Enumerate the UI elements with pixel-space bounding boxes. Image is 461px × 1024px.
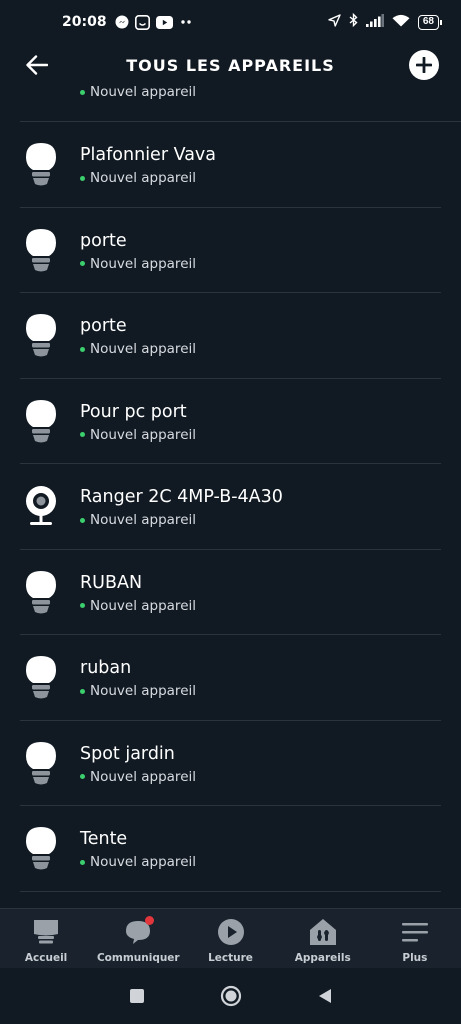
bluetooth-icon bbox=[349, 12, 358, 31]
messenger-icon bbox=[115, 15, 129, 29]
nav-label: Lecture bbox=[208, 952, 253, 964]
bulb-icon bbox=[22, 228, 60, 274]
list-item[interactable]: porte Nouvel appareil bbox=[20, 293, 441, 379]
play-icon bbox=[216, 917, 246, 947]
bulb-icon bbox=[22, 142, 60, 188]
notification-badge bbox=[145, 916, 155, 925]
arrow-left-icon bbox=[26, 55, 48, 75]
chat-icon bbox=[123, 916, 155, 947]
triangle-back-icon bbox=[318, 989, 331, 1003]
plus-icon bbox=[416, 57, 432, 73]
nav-label: Accueil bbox=[24, 952, 68, 964]
status-dot bbox=[80, 261, 85, 266]
nav-item-devices[interactable]: Appareils bbox=[277, 909, 369, 968]
list-item[interactable]: Tente Nouvel appareil bbox=[20, 806, 441, 892]
device-name: porte bbox=[80, 316, 127, 336]
status-time: 20:08 bbox=[62, 14, 107, 30]
device-status: Nouvel appareil bbox=[80, 598, 196, 614]
list-item[interactable]: Spot jardin Nouvel appareil bbox=[20, 721, 441, 806]
status-dot bbox=[80, 432, 85, 437]
device-list[interactable]: Nouvel appareil Plafonnier Vava Nouvel ap… bbox=[0, 86, 461, 908]
nav-item-home[interactable]: Accueil bbox=[0, 909, 92, 968]
more-dots-icon bbox=[179, 19, 193, 25]
device-status: Nouvel appareil bbox=[80, 427, 196, 443]
device-status: Nouvel appareil bbox=[80, 512, 196, 528]
list-item[interactable]: Pour pc port Nouvel appareil bbox=[20, 379, 441, 464]
status-dot bbox=[80, 774, 85, 779]
wifi-icon bbox=[392, 14, 410, 31]
status-dot bbox=[80, 859, 85, 865]
list-item-partial[interactable]: Nouvel appareil bbox=[20, 86, 461, 122]
device-status: Nouvel appareil bbox=[80, 256, 196, 272]
bulb-icon bbox=[22, 399, 60, 445]
status-dot bbox=[80, 175, 85, 181]
bulb-icon bbox=[22, 826, 60, 872]
device-name: ruban bbox=[80, 658, 132, 678]
system-navigation bbox=[0, 968, 461, 1024]
bulb-icon bbox=[22, 313, 60, 359]
bulb-icon bbox=[22, 655, 60, 701]
status-dot bbox=[80, 517, 85, 523]
bulb-icon bbox=[22, 570, 60, 616]
device-name: Pour pc port bbox=[80, 401, 187, 422]
page-title: TOUS LES APPAREILS bbox=[126, 55, 335, 75]
circle-icon bbox=[220, 985, 241, 1007]
device-status: Nouvel appareil bbox=[80, 854, 196, 870]
status-dot bbox=[80, 603, 85, 608]
nav-label: Appareils bbox=[294, 952, 351, 964]
nav-label: Communiquer bbox=[96, 952, 180, 964]
list-item[interactable]: Ranger 2C 4MP-B-4A30 Nouvel appareil bbox=[20, 464, 441, 550]
nav-item-play[interactable]: Lecture bbox=[184, 909, 276, 968]
device-status: Nouvel appareil bbox=[80, 86, 196, 100]
devices-house-icon bbox=[308, 917, 338, 947]
back-button[interactable] bbox=[22, 52, 52, 78]
device-status: Nouvel appareil bbox=[80, 683, 196, 699]
device-status: Nouvel appareil bbox=[80, 170, 196, 186]
nav-item-communicate[interactable]: Communiquer bbox=[92, 909, 184, 968]
list-item[interactable]: RUBAN Nouvel appareil bbox=[20, 550, 441, 635]
device-name: Ranger 2C 4MP-B-4A30 bbox=[80, 487, 283, 507]
status-bar: 20:08 68 bbox=[0, 0, 461, 44]
location-arrow-icon bbox=[328, 13, 341, 31]
device-name: Spot jardin bbox=[80, 743, 175, 764]
youtube-icon bbox=[155, 15, 173, 29]
signal-icon bbox=[365, 13, 384, 31]
device-name: RUBAN bbox=[80, 572, 143, 593]
device-status: Nouvel appareil bbox=[80, 769, 196, 785]
device-name: Tente bbox=[80, 829, 128, 849]
home-system-button[interactable] bbox=[219, 984, 243, 1008]
recents-button[interactable] bbox=[125, 984, 149, 1008]
bulb-icon bbox=[22, 741, 60, 787]
menu-icon bbox=[400, 917, 430, 947]
device-status: Nouvel appareil bbox=[80, 341, 196, 357]
list-item[interactable]: porte Nouvel appareil bbox=[20, 208, 441, 293]
nav-label: Plus bbox=[402, 952, 428, 964]
page-header: TOUS LES APPAREILS bbox=[0, 44, 461, 86]
list-item[interactable]: Plafonnier Vava Nouvel appareil bbox=[20, 122, 441, 208]
status-dot bbox=[80, 688, 85, 694]
status-dot bbox=[80, 346, 85, 352]
app-icon bbox=[134, 14, 150, 30]
status-dot bbox=[80, 89, 85, 95]
nav-item-more[interactable]: Plus bbox=[369, 909, 461, 968]
square-icon bbox=[129, 989, 144, 1003]
battery-icon: 68 bbox=[417, 14, 443, 30]
list-item[interactable]: ruban Nouvel appareil bbox=[20, 635, 441, 721]
bottom-navigation: Accueil Communiquer Lecture Appareils Pl… bbox=[0, 908, 461, 968]
device-name: Plafonnier Vava bbox=[80, 145, 216, 165]
add-device-button[interactable] bbox=[409, 50, 439, 80]
bulb-icon bbox=[20, 86, 58, 107]
back-system-button[interactable] bbox=[313, 984, 337, 1008]
home-icon bbox=[31, 917, 61, 947]
device-name: porte bbox=[80, 230, 127, 251]
camera-icon bbox=[22, 484, 60, 530]
